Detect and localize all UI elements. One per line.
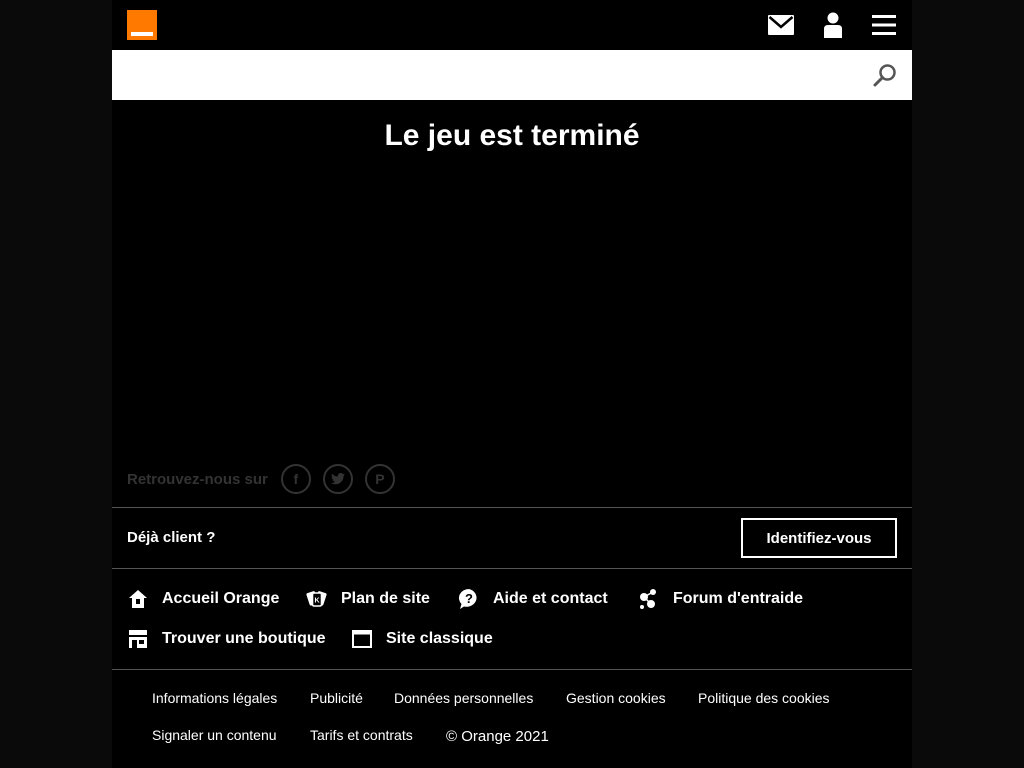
facebook-icon[interactable]: f	[280, 464, 311, 494]
divider	[112, 669, 912, 670]
footer-link-label: Plan de site	[341, 590, 430, 607]
menu-icon[interactable]	[869, 10, 899, 40]
pinterest-icon[interactable]: P	[364, 464, 395, 494]
svg-text:?: ?	[465, 591, 473, 606]
footer-link-accueil[interactable]: Accueil Orange	[127, 587, 279, 611]
legal-link-informations[interactable]: Informations légales	[152, 690, 277, 706]
orange-logo[interactable]	[127, 10, 157, 40]
search-icon[interactable]	[870, 60, 900, 90]
social-links: Retrouvez-nous sur f P	[127, 464, 407, 494]
footer-link-boutique[interactable]: Trouver une boutique	[127, 627, 326, 651]
legal-link-signaler[interactable]: Signaler un contenu	[152, 727, 277, 743]
login-button[interactable]: Identifiez-vous	[741, 518, 897, 558]
footer-link-label: Trouver une boutique	[162, 630, 326, 647]
page-title: Le jeu est terminé	[384, 119, 640, 152]
twitter-icon[interactable]	[322, 464, 353, 494]
search-bar	[112, 50, 912, 100]
footer-link-label: Accueil Orange	[162, 590, 280, 607]
shop-icon	[127, 628, 149, 650]
sitemap-icon: K	[306, 588, 328, 610]
footer-link-label: Aide et contact	[493, 590, 608, 607]
footer-link-forum[interactable]: Forum d'entraide	[638, 587, 803, 611]
home-icon	[127, 588, 149, 610]
footer-link-aide[interactable]: ? Aide et contact	[458, 587, 608, 611]
forum-icon	[638, 588, 660, 610]
header	[112, 0, 912, 50]
social-label: Retrouvez-nous sur	[127, 470, 268, 488]
help-icon: ?	[458, 588, 480, 610]
user-icon[interactable]	[818, 10, 848, 40]
client-question: Déjà client ?	[127, 529, 216, 546]
desktop-icon	[351, 628, 373, 650]
divider	[112, 507, 912, 508]
legal-link-publicite[interactable]: Publicité	[310, 690, 363, 706]
footer-link-label: Forum d'entraide	[673, 590, 804, 607]
copyright: © Orange 2021	[446, 728, 549, 745]
divider	[112, 568, 912, 569]
svg-text:K: K	[314, 598, 319, 605]
footer-link-label: Site classique	[386, 630, 493, 647]
logo-bar	[131, 32, 153, 36]
mail-icon[interactable]	[766, 10, 796, 40]
footer-link-plan[interactable]: K Plan de site	[306, 587, 430, 611]
legal-link-politique-cookies[interactable]: Politique des cookies	[698, 690, 830, 706]
legal-link-tarifs[interactable]: Tarifs et contrats	[310, 727, 413, 743]
legal-link-donnees[interactable]: Données personnelles	[394, 690, 533, 706]
legal-link-gestion-cookies[interactable]: Gestion cookies	[566, 690, 666, 706]
page: Le jeu est terminé Retrouvez-nous sur f …	[112, 0, 912, 768]
footer-link-classique[interactable]: Site classique	[351, 627, 493, 651]
search-input[interactable]	[112, 50, 852, 100]
